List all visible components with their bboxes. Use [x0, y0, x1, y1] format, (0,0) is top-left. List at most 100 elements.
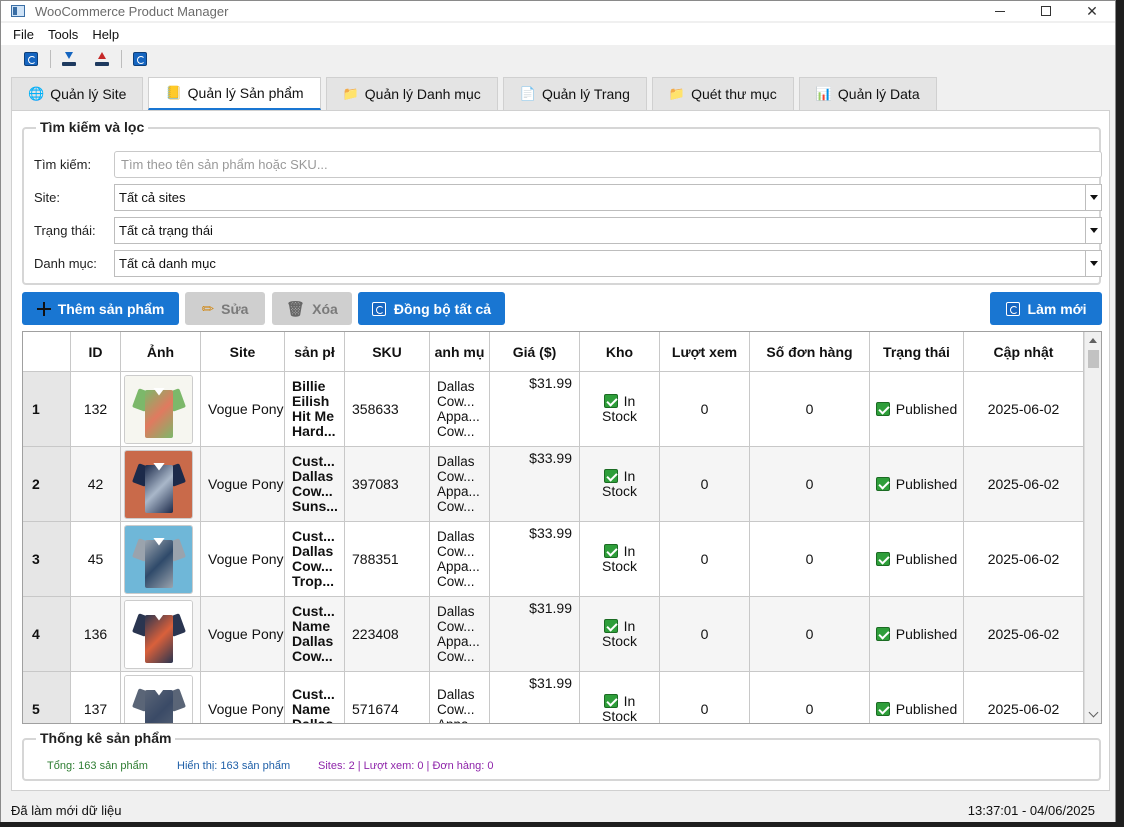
table-row[interactable]: 2 42 Vogue Pony Cust... Dallas Cow... Suns... 3… — [23, 447, 1084, 522]
menu-help[interactable]: Help — [85, 27, 126, 42]
toolbar-export-button[interactable] — [94, 51, 110, 67]
cell-category[interactable]: Dallas Cow... Appa... Cow... — [430, 372, 490, 447]
column-header[interactable]: anh mụ — [430, 332, 490, 372]
cell-site[interactable]: Vogue Pony — [201, 447, 285, 522]
chevron-down-icon[interactable] — [1085, 184, 1101, 210]
close-button[interactable]: ✕ — [1069, 1, 1115, 21]
cell-price[interactable]: $31.99 — [490, 597, 580, 672]
site-select[interactable]: Tất cả sites — [114, 183, 1102, 211]
cell-id[interactable]: 42 — [71, 447, 121, 522]
minimize-button[interactable] — [977, 1, 1023, 21]
menu-tools[interactable]: Tools — [41, 27, 85, 42]
cell-status[interactable]: Published — [870, 447, 964, 522]
cell-image[interactable] — [121, 372, 201, 447]
cell-name[interactable]: Cust... Name Dallas Cow... — [285, 597, 345, 672]
column-header[interactable]: ID — [71, 332, 121, 372]
cell-updated[interactable]: 2025-06-02 — [964, 372, 1084, 447]
chevron-down-icon[interactable] — [1085, 250, 1101, 276]
table-row[interactable]: 3 45 Vogue Pony Cust... Dallas Cow... Trop... 7… — [23, 522, 1084, 597]
scroll-up-icon[interactable] — [1085, 332, 1101, 349]
cell-stock[interactable]: In Stock — [580, 672, 660, 723]
tab-scan-folder[interactable]: 📁 Quét thư mục — [651, 77, 794, 110]
cell-id[interactable]: 132 — [71, 372, 121, 447]
column-header[interactable]: Cập nhật — [964, 332, 1084, 372]
cell-image[interactable] — [121, 597, 201, 672]
cell-site[interactable]: Vogue Pony — [201, 597, 285, 672]
products-table[interactable]: ID Ảnh Site sản pł SKU anh mụ Giá ($) Kh… — [22, 331, 1102, 724]
cell-price[interactable]: $31.99 — [490, 672, 580, 723]
toolbar-refresh-button[interactable] — [23, 51, 39, 67]
cell-stock[interactable]: In Stock — [580, 597, 660, 672]
column-header[interactable]: Site — [201, 332, 285, 372]
cell-category[interactable]: Dallas Cow... Appa... Cow... — [430, 447, 490, 522]
cell-name[interactable]: Billie Eilish Hit Me Hard... — [285, 372, 345, 447]
maximize-button[interactable] — [1023, 1, 1069, 21]
row-header[interactable]: 1 — [23, 372, 71, 447]
scrollbar-thumb[interactable] — [1088, 350, 1099, 368]
status-select[interactable]: Tất cả trạng thái — [114, 216, 1102, 244]
cell-price[interactable]: $33.99 — [490, 522, 580, 597]
edit-button[interactable]: ✏ Sửa — [185, 292, 265, 325]
cell-status[interactable]: Published — [870, 522, 964, 597]
cell-views[interactable]: 0 — [660, 447, 750, 522]
cell-orders[interactable]: 0 — [750, 597, 870, 672]
cell-views[interactable]: 0 — [660, 672, 750, 723]
table-row[interactable]: 1 132 Vogue Pony Billie Eilish Hit Me Hard... 3… — [23, 372, 1084, 447]
tab-products[interactable]: 📒 Quản lý Sản phẩm — [148, 77, 321, 110]
cell-status[interactable]: Published — [870, 597, 964, 672]
column-header[interactable]: Ảnh — [121, 332, 201, 372]
table-row[interactable]: 5137Vogue PonyCust...NameDallas571674Dal… — [23, 672, 1084, 723]
cell-id[interactable]: 136 — [71, 597, 121, 672]
toolbar-import-button[interactable] — [61, 51, 77, 67]
add-product-button[interactable]: Thêm sản phẩm — [22, 292, 179, 325]
chevron-down-icon[interactable] — [1085, 217, 1101, 243]
tab-pages[interactable]: 📄 Quản lý Trang — [502, 77, 647, 110]
cell-image[interactable] — [121, 522, 201, 597]
cell-sku[interactable]: 788351 — [345, 522, 430, 597]
column-header[interactable]: Trạng thái — [870, 332, 964, 372]
cell-id[interactable]: 45 — [71, 522, 121, 597]
column-header[interactable]: SKU — [345, 332, 430, 372]
tab-site[interactable]: 🌐 Quản lý Site — [11, 77, 144, 110]
column-header[interactable]: Lượt xem — [660, 332, 750, 372]
row-header[interactable]: 3 — [23, 522, 71, 597]
cell-sku[interactable]: 397083 — [345, 447, 430, 522]
cell-sku[interactable]: 223408 — [345, 597, 430, 672]
table-row[interactable]: 4 136 Vogue Pony Cust... Name Dallas Cow... 223… — [23, 597, 1084, 672]
cell-orders[interactable]: 0 — [750, 447, 870, 522]
row-header[interactable]: 4 — [23, 597, 71, 672]
cell-image[interactable] — [121, 672, 201, 723]
cell-site[interactable]: Vogue Pony — [201, 672, 285, 723]
cell-views[interactable]: 0 — [660, 372, 750, 447]
cell-name[interactable]: Cust... Dallas Cow... Suns... — [285, 447, 345, 522]
cell-updated[interactable]: 2025-06-02 — [964, 597, 1084, 672]
menu-file[interactable]: File — [1, 27, 41, 42]
row-header[interactable]: 2 — [23, 447, 71, 522]
cell-sku[interactable]: 358633 — [345, 372, 430, 447]
cell-site[interactable]: Vogue Pony — [201, 522, 285, 597]
cell-orders[interactable]: 0 — [750, 372, 870, 447]
cell-category[interactable]: Dallas Cow... Appa... Cow... — [430, 597, 490, 672]
tab-categories[interactable]: 📁 Quản lý Danh mục — [325, 77, 498, 110]
cell-updated[interactable]: 2025-06-02 — [964, 522, 1084, 597]
cell-name[interactable]: Cust... Dallas Cow... Trop... — [285, 522, 345, 597]
corner-cell[interactable] — [23, 332, 71, 372]
cell-views[interactable]: 0 — [660, 597, 750, 672]
column-header[interactable]: Kho — [580, 332, 660, 372]
cell-status[interactable]: Published — [870, 372, 964, 447]
refresh-button[interactable]: Làm mới — [990, 292, 1102, 325]
category-select[interactable]: Tất cả danh mục — [114, 249, 1102, 277]
cell-sku[interactable]: 571674 — [345, 672, 430, 723]
cell-category[interactable]: Dallas Cow... Appa... Cow... — [430, 522, 490, 597]
cell-orders[interactable]: 0 — [750, 672, 870, 723]
cell-updated[interactable]: 2025-06-02 — [964, 672, 1084, 723]
cell-status[interactable]: Published — [870, 672, 964, 723]
row-header[interactable]: 5 — [23, 672, 71, 723]
sync-all-button[interactable]: Đồng bộ tất cả — [358, 292, 505, 325]
search-input[interactable]: Tìm theo tên sản phẩm hoặc SKU... — [114, 150, 1102, 178]
column-header[interactable]: Số đơn hàng — [750, 332, 870, 372]
cell-price[interactable]: $33.99 — [490, 447, 580, 522]
cell-price[interactable]: $31.99 — [490, 372, 580, 447]
cell-views[interactable]: 0 — [660, 522, 750, 597]
column-header[interactable]: Giá ($) — [490, 332, 580, 372]
